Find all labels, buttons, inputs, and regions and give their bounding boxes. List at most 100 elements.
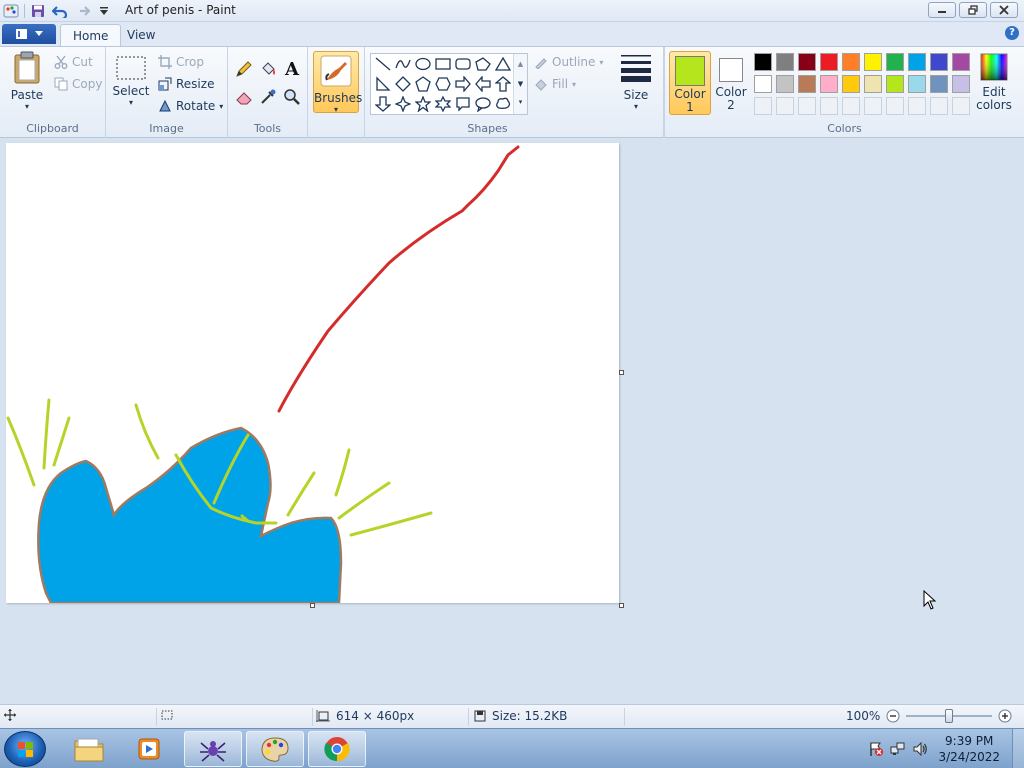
five-point-star-shape-icon[interactable] — [413, 94, 433, 114]
polygon-shape-icon[interactable] — [473, 54, 493, 74]
palette-swatch[interactable] — [886, 53, 904, 71]
tab-view[interactable]: View — [115, 24, 167, 46]
zoom-slider-thumb[interactable] — [945, 709, 954, 723]
copy-button[interactable]: Copy — [54, 77, 102, 91]
text-tool-icon[interactable]: A — [282, 59, 302, 80]
paint-menu-button[interactable] — [2, 24, 56, 44]
shapes-scroll-up-icon[interactable]: ▲ — [514, 54, 527, 74]
drawing-canvas[interactable] — [6, 143, 619, 603]
curve-shape-icon[interactable] — [393, 54, 413, 74]
resize-button[interactable]: Resize — [158, 77, 214, 91]
canvas-resize-handle-corner[interactable] — [619, 603, 624, 608]
eraser-icon[interactable] — [234, 87, 254, 107]
paint-app-icon[interactable] — [2, 2, 20, 20]
crop-button[interactable]: Crop — [158, 55, 204, 69]
volume-icon[interactable] — [912, 741, 928, 757]
oval-callout-shape-icon[interactable] — [473, 94, 493, 114]
taskbar-chrome[interactable] — [308, 731, 366, 767]
zoom-in-button[interactable] — [998, 709, 1012, 723]
palette-swatch[interactable] — [754, 75, 772, 93]
shapes-scrollbar[interactable]: ▲ ▼ ▾ — [513, 54, 527, 114]
rectangle-shape-icon[interactable] — [433, 54, 453, 74]
palette-swatch-empty[interactable] — [930, 97, 948, 115]
fill-button[interactable]: Fill ▾ — [534, 77, 576, 91]
brushes-button[interactable]: Brushes ▾ — [313, 51, 362, 114]
palette-swatch-empty[interactable] — [820, 97, 838, 115]
palette-swatch[interactable] — [908, 53, 926, 71]
four-point-star-shape-icon[interactable] — [393, 94, 413, 114]
action-center-flag-icon[interactable] — [868, 741, 884, 757]
palette-swatch-empty[interactable] — [864, 97, 882, 115]
shapes-scroll-down-icon[interactable]: ▼ — [514, 74, 527, 94]
rotate-button[interactable]: Rotate ▾ — [158, 99, 223, 113]
pentagon-shape-icon[interactable] — [413, 74, 433, 94]
magnifier-icon[interactable] — [282, 87, 302, 107]
palette-swatch-empty[interactable] — [886, 97, 904, 115]
network-icon[interactable] — [890, 741, 906, 757]
diamond-shape-icon[interactable] — [393, 74, 413, 94]
canvas-resize-handle-right[interactable] — [619, 370, 624, 375]
palette-swatch-empty[interactable] — [842, 97, 860, 115]
taskbar-clock[interactable]: 9:39 PM 3/24/2022 — [938, 733, 1000, 765]
down-arrow-shape-icon[interactable] — [373, 94, 393, 114]
edit-colors-button[interactable]: Edit colors — [974, 53, 1014, 112]
rounded-callout-shape-icon[interactable] — [453, 94, 473, 114]
start-button[interactable] — [4, 731, 46, 767]
taskbar-spider-app[interactable] — [184, 731, 242, 767]
select-button[interactable]: Select ▾ — [112, 55, 150, 107]
color1-button[interactable]: Color 1 — [669, 51, 711, 115]
oval-shape-icon[interactable] — [413, 54, 433, 74]
palette-swatch[interactable] — [864, 75, 882, 93]
tab-home[interactable]: Home — [60, 24, 122, 46]
palette-swatch[interactable] — [820, 53, 838, 71]
left-arrow-shape-icon[interactable] — [473, 74, 493, 94]
palette-swatch-empty[interactable] — [776, 97, 794, 115]
palette-swatch[interactable] — [930, 53, 948, 71]
canvas-resize-handle-bottom[interactable] — [310, 603, 315, 608]
palette-swatch[interactable] — [908, 75, 926, 93]
help-icon[interactable]: ? — [1005, 26, 1019, 40]
undo-icon[interactable] — [51, 2, 69, 20]
line-shape-icon[interactable] — [373, 54, 393, 74]
paste-button[interactable]: Paste ▾ — [8, 51, 46, 111]
palette-swatch-empty[interactable] — [908, 97, 926, 115]
size-button[interactable]: Size ▾ — [616, 53, 656, 111]
show-desktop-button[interactable] — [1012, 729, 1024, 768]
restore-button[interactable] — [959, 2, 987, 18]
color-picker-icon[interactable] — [258, 87, 278, 107]
taskbar-media-player[interactable] — [120, 731, 178, 767]
cloud-callout-shape-icon[interactable] — [493, 94, 513, 114]
palette-swatch[interactable] — [952, 53, 970, 71]
right-triangle-shape-icon[interactable] — [373, 74, 393, 94]
palette-swatch[interactable] — [776, 53, 794, 71]
palette-swatch[interactable] — [886, 75, 904, 93]
triangle-shape-icon[interactable] — [493, 54, 513, 74]
customize-qat-icon[interactable] — [95, 2, 113, 20]
cut-button[interactable]: Cut — [54, 55, 93, 69]
save-icon[interactable] — [29, 2, 47, 20]
fill-bucket-icon[interactable] — [258, 59, 278, 79]
hexagon-shape-icon[interactable] — [433, 74, 453, 94]
taskbar-explorer[interactable] — [60, 731, 118, 767]
color2-button[interactable]: Color 2 — [712, 51, 750, 115]
up-arrow-shape-icon[interactable] — [493, 74, 513, 94]
palette-swatch[interactable] — [798, 53, 816, 71]
palette-swatch[interactable] — [952, 75, 970, 93]
six-point-star-shape-icon[interactable] — [433, 94, 453, 114]
palette-swatch[interactable] — [776, 75, 794, 93]
palette-swatch[interactable] — [754, 53, 772, 71]
outline-button[interactable]: Outline ▾ — [534, 55, 603, 69]
palette-swatch-empty[interactable] — [952, 97, 970, 115]
shapes-expand-icon[interactable]: ▾ — [514, 94, 527, 110]
palette-swatch-empty[interactable] — [754, 97, 772, 115]
minimize-button[interactable] — [928, 2, 956, 18]
close-button[interactable] — [990, 2, 1018, 18]
zoom-slider[interactable] — [906, 709, 993, 723]
redo-icon[interactable] — [73, 2, 91, 20]
palette-swatch[interactable] — [842, 75, 860, 93]
palette-swatch[interactable] — [842, 53, 860, 71]
palette-swatch[interactable] — [864, 53, 882, 71]
palette-swatch[interactable] — [820, 75, 838, 93]
palette-swatch[interactable] — [798, 75, 816, 93]
pencil-icon[interactable] — [234, 59, 254, 79]
